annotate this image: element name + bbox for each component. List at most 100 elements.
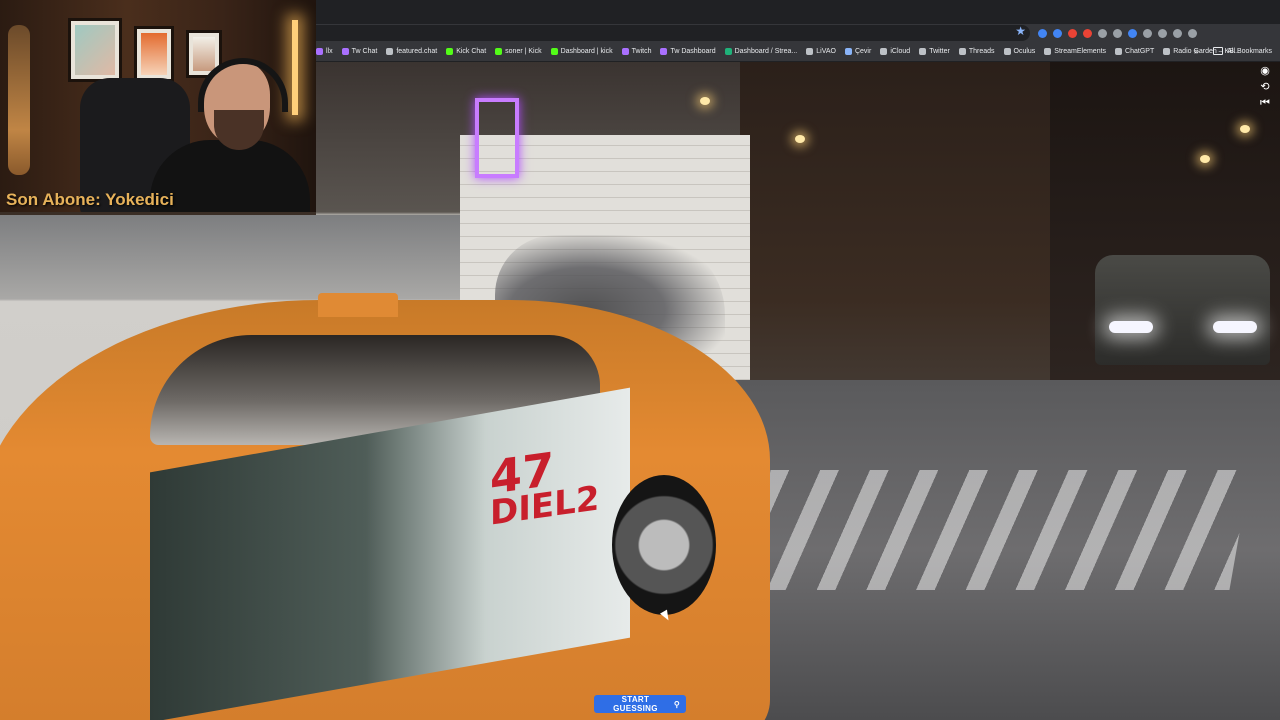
bookmark-favicon-icon — [386, 48, 394, 55]
bookmark-item[interactable]: Tw Chat — [341, 48, 378, 55]
bookmark-favicon-icon — [1115, 48, 1123, 55]
extension-icon[interactable] — [1098, 28, 1107, 38]
bookmark-favicon-icon — [1163, 48, 1171, 55]
oncoming-car — [1095, 255, 1270, 365]
more-bookmarks-chevron-icon[interactable]: » — [1194, 46, 1199, 56]
extension-icon[interactable] — [1143, 28, 1152, 38]
bookmark-item[interactable]: StreamElements — [1044, 48, 1106, 55]
browser-toolbar: ★ — [316, 24, 1280, 42]
wall-artwork — [75, 25, 115, 75]
bookmark-label: Çevir — [854, 48, 872, 55]
street-light — [795, 135, 805, 143]
compass-icon[interactable]: ◉ — [1257, 63, 1273, 79]
lamp — [292, 20, 298, 115]
streamer-body — [150, 140, 310, 212]
return-to-start-icon[interactable]: ⏮ — [1257, 95, 1273, 111]
wall-artwork — [193, 37, 215, 71]
street-light — [700, 97, 710, 105]
bookmark-item[interactable]: iCloud — [880, 48, 910, 55]
bookmark-favicon-icon — [1003, 48, 1011, 55]
extension-icon[interactable] — [1188, 28, 1197, 38]
bookmark-label: Dashboard / Strea... — [734, 48, 798, 55]
extension-icon[interactable] — [1068, 28, 1077, 38]
extension-icon[interactable] — [1158, 28, 1167, 38]
bookmark-label: Kick Chat — [456, 48, 487, 55]
bookmark-label: ChatGPT — [1125, 48, 1155, 55]
bookmark-favicon-icon — [919, 48, 927, 55]
bookmark-item[interactable]: Threads — [958, 48, 995, 55]
bookmark-label: Twitch — [631, 48, 652, 55]
bookmark-favicon-icon — [806, 48, 814, 55]
latest-subscriber-text: Son Abone: Yokedici — [6, 190, 174, 209]
bookmark-label: Dashboard | kick — [560, 48, 613, 55]
bookmark-item[interactable]: Twitch — [621, 48, 652, 55]
bookmark-favicon-icon — [621, 48, 629, 55]
bookmark-item[interactable]: Dashboard | kick — [550, 48, 613, 55]
bookmarks-list: llx Tw Chat featured.chat Kick Chat soner | … — [316, 42, 1240, 61]
bookmark-item[interactable]: soner | Kick — [495, 48, 542, 55]
extension-icon[interactable] — [1173, 28, 1182, 38]
extension-icon[interactable] — [1053, 28, 1062, 38]
wall-artwork — [141, 33, 167, 75]
extension-icon[interactable] — [1038, 28, 1047, 38]
bookmark-star-icon[interactable]: ★ — [1015, 24, 1026, 38]
bookmark-favicon-icon — [724, 48, 732, 55]
bookmark-favicon-icon — [446, 48, 454, 55]
taxi-roof-sign — [318, 293, 398, 317]
extension-icons — [1038, 26, 1197, 40]
address-bar[interactable]: ★ — [316, 24, 1030, 41]
bookmark-item[interactable]: LiVAO — [806, 48, 836, 55]
bookmark-item[interactable]: Kick Chat — [446, 48, 486, 55]
bookmark-label: Tw Dashboard — [670, 48, 716, 55]
headlight — [1109, 321, 1153, 333]
bookmark-label: Tw Chat — [351, 48, 378, 55]
bookmark-favicon-icon — [958, 48, 966, 55]
bookmark-favicon-icon — [495, 48, 503, 55]
neon-sign — [475, 98, 519, 178]
bookmark-item[interactable]: Twitter — [919, 48, 950, 55]
street-light — [1240, 125, 1250, 133]
bookmark-item[interactable]: llx — [316, 48, 333, 55]
bookmark-favicon-icon — [341, 48, 349, 55]
bookmark-favicon-icon — [844, 48, 852, 55]
bookmark-item[interactable]: featured.chat — [386, 48, 437, 55]
bookmark-label: iCloud — [890, 48, 911, 55]
bookmark-item[interactable]: Çevir — [844, 48, 872, 55]
wall-picture-frame — [134, 26, 174, 82]
folder-icon — [1213, 47, 1224, 55]
browser-tab-strip — [316, 0, 1280, 24]
bookmark-item[interactable]: Dashboard / Strea... — [724, 48, 798, 55]
bookmark-label: StreamElements — [1054, 48, 1107, 55]
bookmark-label: Twitter — [929, 48, 950, 55]
bookmark-label: soner | Kick — [505, 48, 542, 55]
headlight — [1213, 321, 1257, 333]
bookmark-item[interactable]: ChatGPT — [1115, 48, 1154, 55]
bookmarks-bar: llx Tw Chat featured.chat Kick Chat soner | … — [316, 42, 1280, 62]
bookmark-label: featured.chat — [396, 48, 438, 55]
refresh-icon[interactable]: ⟲ — [1257, 79, 1273, 95]
bookmark-label: Oculus — [1013, 48, 1036, 55]
bookmark-favicon-icon — [316, 48, 323, 55]
bookmark-label: Threads — [968, 48, 995, 55]
bookmark-favicon-icon — [1044, 48, 1052, 55]
taxi-ad-text: 47 DIEL2 — [490, 442, 599, 534]
start-guessing-button[interactable]: START GUESSING ⚲ — [594, 695, 686, 713]
all-bookmarks-label: All Bookmarks — [1227, 47, 1272, 55]
bookmark-favicon-icon — [550, 48, 558, 55]
guitar — [8, 25, 30, 175]
bookmark-item[interactable]: Tw Dashboard — [660, 48, 716, 55]
street-light — [1200, 155, 1210, 163]
extension-icon[interactable] — [1128, 28, 1137, 38]
start-guessing-label: START GUESSING — [613, 695, 658, 713]
bookmark-favicon-icon — [880, 48, 888, 55]
extension-icon[interactable] — [1113, 28, 1122, 38]
extension-icon[interactable] — [1083, 28, 1092, 38]
webcam-overlay: Son Abone: Yokedici — [0, 0, 316, 212]
wall-picture-frame — [68, 18, 122, 82]
bookmark-favicon-icon — [660, 48, 668, 55]
taxi-wheel — [612, 475, 716, 615]
all-bookmarks-button[interactable]: All Bookmarks — [1213, 47, 1272, 55]
bookmark-item[interactable]: Oculus — [1003, 48, 1036, 55]
map-pin-icon: ⚲ — [673, 699, 680, 709]
bookmark-label: llx — [326, 48, 333, 55]
